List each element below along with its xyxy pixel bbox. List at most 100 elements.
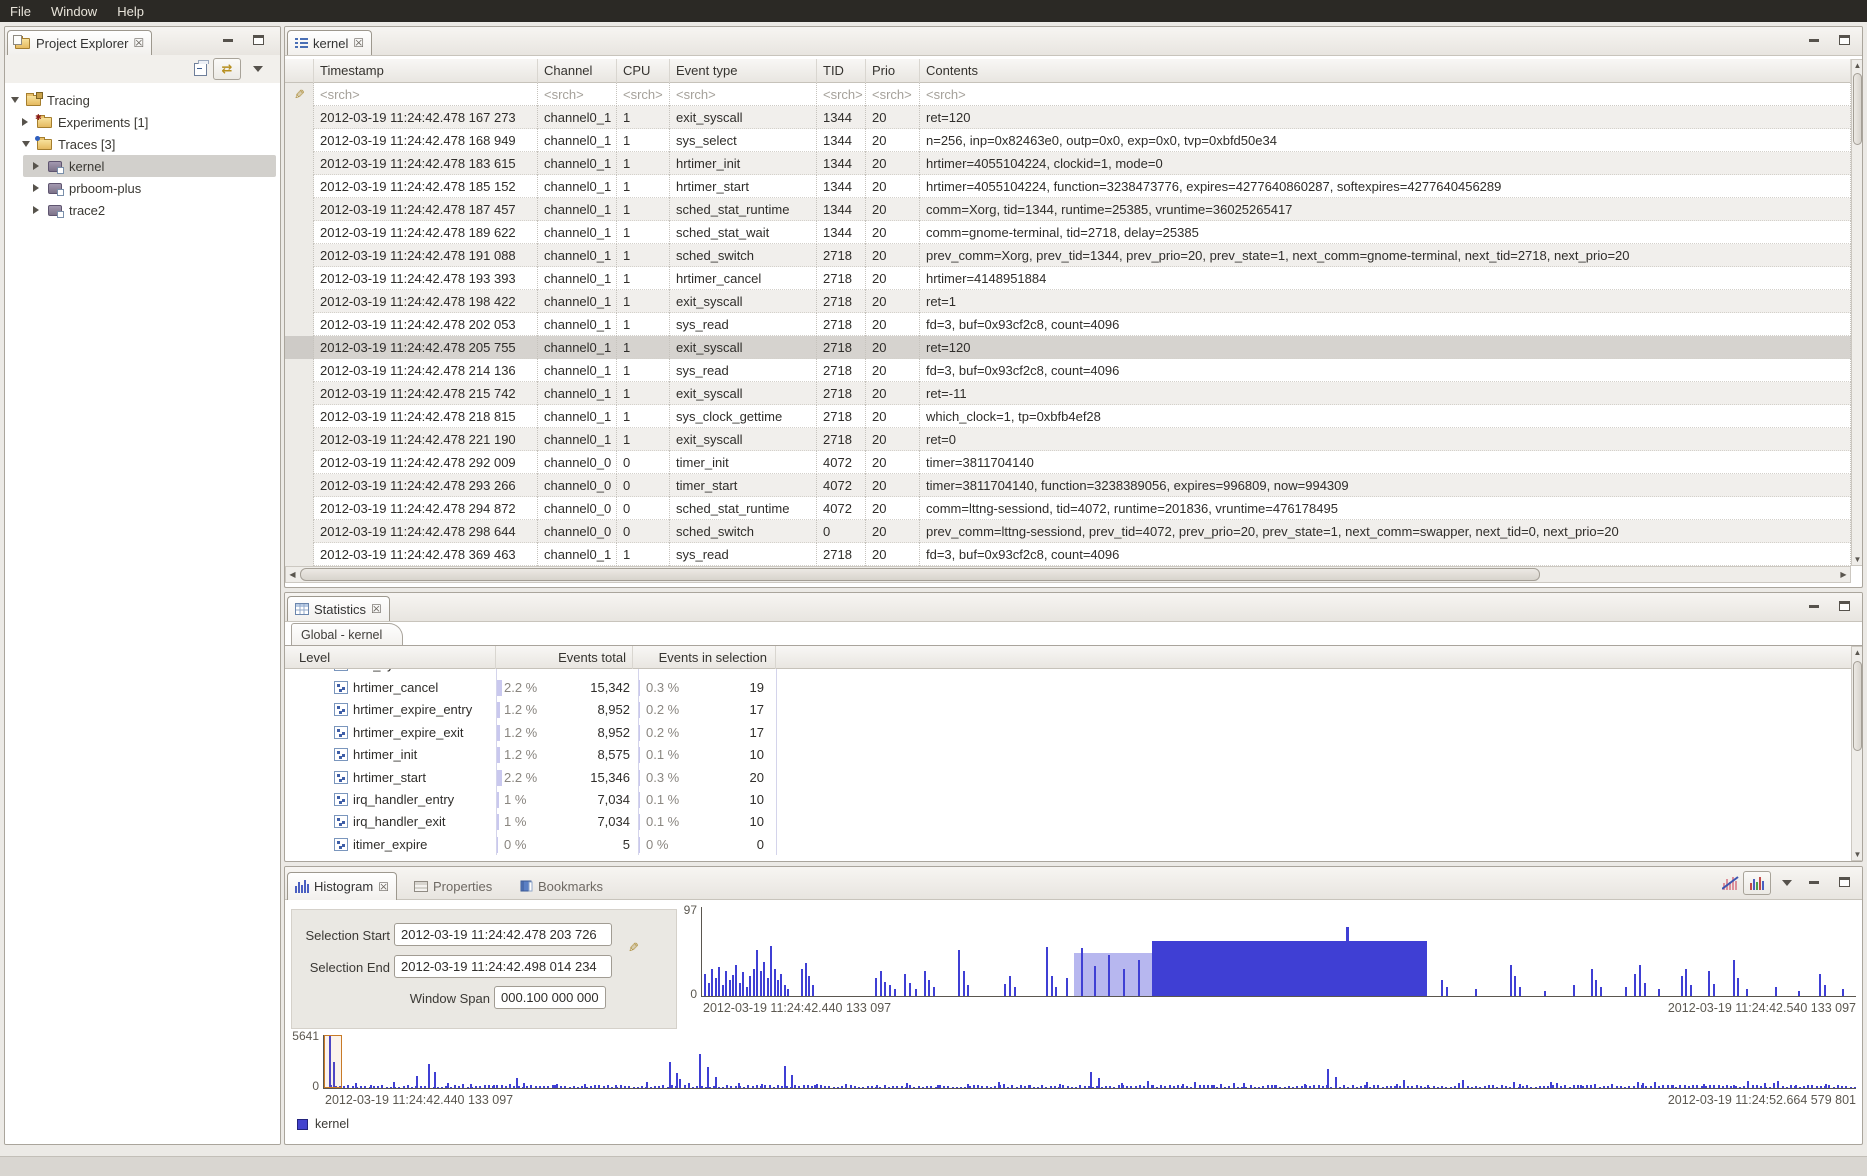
events-vertical-scrollbar[interactable]: ▲ ▼ — [1851, 59, 1863, 566]
time-range-histogram-plot[interactable] — [701, 907, 1856, 997]
event-cell-tid: 2718 — [817, 405, 866, 428]
view-menu-button[interactable] — [249, 58, 267, 80]
histogram-bar — [1003, 1084, 1005, 1088]
events-horizontal-scrollbar[interactable]: ◀ ▶ — [285, 566, 1851, 583]
event-row[interactable]: 2012-03-19 11:24:42.478 298 644channel0_… — [285, 520, 1851, 543]
menu-item-file[interactable]: File — [10, 4, 31, 19]
event-row[interactable]: 2012-03-19 11:24:42.478 187 457channel0_… — [285, 198, 1851, 221]
event-row[interactable]: 2012-03-19 11:24:42.478 185 152channel0_… — [285, 175, 1851, 198]
statistics-row-irq-handler-entry[interactable]: irq_handler_entry1 %7,0340.1 %10 — [285, 789, 1851, 811]
event-row[interactable]: 2012-03-19 11:24:42.478 369 463channel0_… — [285, 543, 1851, 566]
full-range-histogram-plot[interactable] — [323, 1035, 1856, 1089]
scrollbar-thumb[interactable] — [1853, 661, 1862, 751]
scroll-up-icon[interactable]: ▲ — [1852, 647, 1863, 658]
tab-project-explorer[interactable]: Project Explorer ☒ — [7, 30, 152, 55]
histogram-bar — [715, 978, 717, 996]
tree-item-prboom-plus[interactable]: prboom-plus — [5, 177, 278, 199]
tree-item-tracing[interactable]: Tracing — [5, 89, 278, 111]
statistics-row-itimer-expire[interactable]: itimer_expire0 %50 %0 — [285, 834, 1851, 856]
maximize-button[interactable] — [251, 35, 265, 47]
histogram-bar — [1386, 1086, 1388, 1088]
window-range-marker[interactable] — [324, 1035, 342, 1088]
traces-folder-icon — [37, 139, 52, 150]
view-menu-button[interactable] — [1779, 875, 1795, 891]
event-row[interactable]: 2012-03-19 11:24:42.478 198 422channel0_… — [285, 290, 1851, 313]
minimize-button[interactable] — [1807, 877, 1821, 889]
event-row[interactable]: 2012-03-19 11:24:42.478 221 190channel0_… — [285, 428, 1851, 451]
statistics-row-exit-syscall[interactable]: exit_syscall — [285, 669, 1851, 676]
scroll-down-icon[interactable]: ▼ — [1852, 849, 1863, 860]
close-icon[interactable]: ☒ — [133, 37, 144, 49]
scrollbar-thumb[interactable] — [1853, 73, 1862, 145]
selection-start-input[interactable]: 2012-03-19 11:24:42.478 203 726 — [394, 923, 612, 946]
event-row[interactable]: 2012-03-19 11:24:42.478 183 615channel0_… — [285, 152, 1851, 175]
events-total-percent-bar — [497, 747, 500, 763]
maximize-button[interactable] — [1837, 877, 1851, 889]
statistics-row-irq-handler-exit[interactable]: irq_handler_exit1 %7,0340.1 %10 — [285, 811, 1851, 833]
statistics-row-hrtimer-expire-entry[interactable]: hrtimer_expire_entry1.2 %8,9520.2 %17 — [285, 699, 1851, 721]
tree-expander-icon[interactable] — [22, 141, 30, 147]
tree-item-trace2[interactable]: trace2 — [5, 199, 278, 221]
histogram-bar — [879, 1087, 881, 1088]
activate-trace-coloring-button[interactable] — [1743, 871, 1771, 895]
event-row[interactable]: 2012-03-19 11:24:42.478 205 755channel0_… — [285, 336, 1851, 359]
tree-expander-icon[interactable] — [11, 97, 19, 103]
tree-expander-icon[interactable] — [33, 206, 39, 214]
tree-expander-icon[interactable] — [33, 184, 39, 192]
minimize-button[interactable] — [221, 35, 235, 47]
scrollbar-thumb[interactable] — [300, 568, 1540, 581]
statistics-row-hrtimer-init[interactable]: hrtimer_init1.2 %8,5750.1 %10 — [285, 744, 1851, 766]
event-row[interactable]: 2012-03-19 11:24:42.478 167 273channel0_… — [285, 106, 1851, 129]
window-span-input[interactable]: 000.100 000 000 — [494, 986, 606, 1009]
link-with-editor-button[interactable]: ⇄ — [213, 58, 241, 80]
statistics-row-hrtimer-cancel[interactable]: hrtimer_cancel2.2 %15,3420.3 %19 — [285, 677, 1851, 699]
event-row[interactable]: 2012-03-19 11:24:42.478 202 053channel0_… — [285, 313, 1851, 336]
event-row[interactable]: 2012-03-19 11:24:42.478 294 872channel0_… — [285, 497, 1851, 520]
tree-item-kernel[interactable]: kernel — [5, 155, 278, 177]
statistics-vertical-scrollbar[interactable]: ▲ ▼ — [1851, 646, 1863, 861]
events-total-percent: 0 % — [504, 834, 568, 856]
statistics-row-hrtimer-expire-exit[interactable]: hrtimer_expire_exit1.2 %8,9520.2 %17 — [285, 722, 1851, 744]
scroll-right-icon[interactable]: ▶ — [1838, 569, 1849, 580]
selection-end-input[interactable]: 2012-03-19 11:24:42.498 014 234 — [394, 955, 612, 978]
event-row[interactable]: 2012-03-19 11:24:42.478 293 266channel0_… — [285, 474, 1851, 497]
row-gutter — [285, 198, 314, 221]
event-row[interactable]: 2012-03-19 11:24:42.478 215 742channel0_… — [285, 382, 1851, 405]
histogram-bar — [1433, 1086, 1435, 1088]
close-icon[interactable]: ☒ — [378, 881, 389, 893]
statistics-row-hrtimer-start[interactable]: hrtimer_start2.2 %15,3460.3 %20 — [285, 767, 1851, 789]
event-row[interactable]: 2012-03-19 11:24:42.478 193 393channel0_… — [285, 267, 1851, 290]
histogram-bar — [458, 1086, 460, 1088]
event-row[interactable]: 2012-03-19 11:24:42.478 214 136channel0_… — [285, 359, 1851, 382]
event-row[interactable]: 2012-03-19 11:24:42.478 189 622channel0_… — [285, 221, 1851, 244]
tab-properties[interactable]: Properties — [407, 872, 499, 900]
event-cell-tid: 2718 — [817, 290, 866, 313]
events-selection-count: 17 — [702, 722, 764, 744]
hide-lost-events-button[interactable] — [1719, 873, 1741, 893]
histogram-bar — [1484, 1086, 1486, 1088]
scroll-down-icon[interactable]: ▼ — [1852, 554, 1863, 565]
event-cell-prio: 20 — [866, 382, 920, 405]
collapse-all-button[interactable] — [189, 58, 211, 80]
event-row[interactable]: 2012-03-19 11:24:42.478 292 009channel0_… — [285, 451, 1851, 474]
histogram-bar — [1616, 1086, 1618, 1088]
menu-item-help[interactable]: Help — [117, 4, 144, 19]
tree-expander-icon[interactable] — [33, 162, 39, 170]
menu-item-window[interactable]: Window — [51, 4, 97, 19]
event-row[interactable]: 2012-03-19 11:24:42.478 218 815channel0_… — [285, 405, 1851, 428]
tree-item-experiments-1[interactable]: ✱Experiments [1] — [5, 111, 278, 133]
event-cell-prio: 20 — [866, 129, 920, 152]
tree-expander-icon[interactable] — [22, 118, 28, 126]
event-row[interactable]: 2012-03-19 11:24:42.478 191 088channel0_… — [285, 244, 1851, 267]
tree-item-traces-3[interactable]: Traces [3] — [5, 133, 278, 155]
event-cell-event-type: hrtimer_cancel — [670, 267, 817, 290]
tab-bookmarks[interactable]: Bookmarks — [513, 872, 610, 900]
full-range-y-min: 0 — [285, 1079, 319, 1093]
event-row[interactable]: 2012-03-19 11:24:42.478 168 949channel0_… — [285, 129, 1851, 152]
event-cell-contents: fd=3, buf=0x93cf2c8, count=4096 — [920, 543, 1851, 566]
event-cell-tid: 2718 — [817, 359, 866, 382]
tab-histogram[interactable]: Histogram ☒ — [287, 872, 397, 900]
scroll-up-icon[interactable]: ▲ — [1852, 60, 1863, 71]
histogram-bar — [1346, 927, 1349, 996]
scroll-left-icon[interactable]: ◀ — [287, 569, 298, 580]
